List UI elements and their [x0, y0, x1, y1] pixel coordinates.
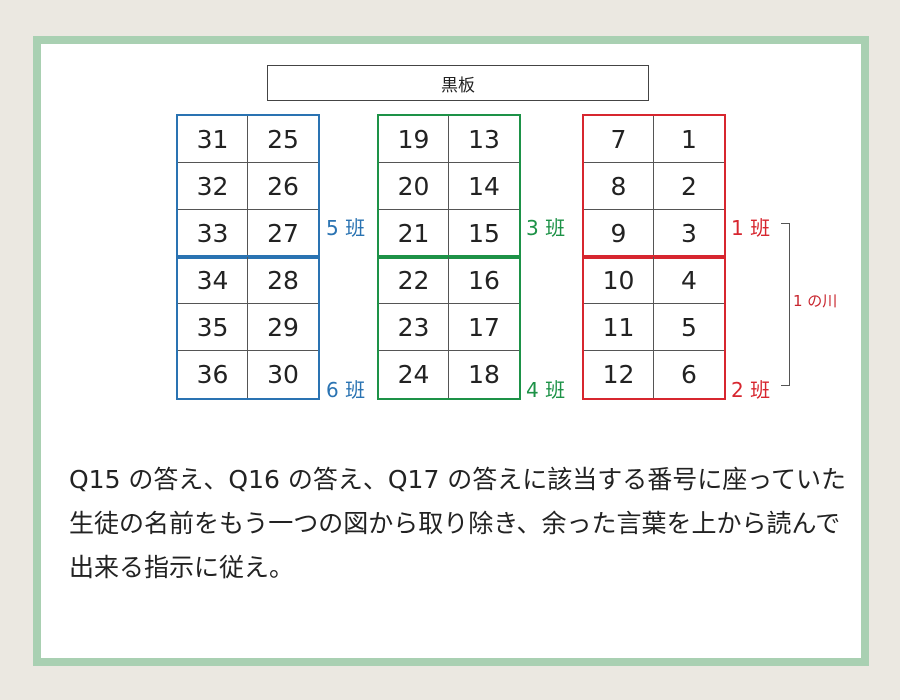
left-desk-group-top: 31 25 32 26 33 27 [176, 114, 320, 259]
center-desk-group-top: 19 13 20 14 21 15 [377, 114, 521, 259]
seat-number: 24 [379, 351, 449, 398]
seat-number: 11 [584, 304, 654, 351]
seat-number: 21 [379, 210, 449, 257]
blackboard: 黒板 [267, 65, 649, 101]
seat-number: 27 [267, 219, 299, 248]
river-bracket [781, 223, 790, 386]
group-6-label: 6 班 [326, 378, 366, 402]
blackboard-label: 黒板 [441, 75, 475, 96]
group-4-label: 4 班 [526, 378, 566, 402]
seat-number: 26 [248, 163, 318, 210]
seat-number: 1 [654, 116, 724, 163]
group-3-label: 3 班 [526, 216, 566, 240]
diagram-paper: 黒板 31 25 32 26 33 27 34 28 35 29 36 30 19 13 20 14 21 15 2… [41, 44, 861, 658]
seat-number: 10 [584, 257, 654, 304]
group-5-label: 5 班 [326, 216, 366, 240]
seat-number: 32 [178, 163, 248, 210]
seat-number: 30 [267, 360, 299, 389]
seat-number: 28 [248, 257, 318, 304]
seat-number: 25 [248, 116, 318, 163]
seat-number: 9 [584, 210, 654, 257]
seat-number: 13 [449, 116, 519, 163]
seat-number: 6 [681, 360, 697, 389]
right-desk-group-bottom: 10 4 11 5 12 6 [582, 255, 726, 400]
seat-number: 5 [654, 304, 724, 351]
right-desk-group-top: 718293 [582, 114, 726, 259]
seat-number: 7 [584, 116, 654, 163]
seat-number: 2 [654, 163, 724, 210]
seat-number: 36 [178, 351, 248, 398]
seat-number: 4 [654, 257, 724, 304]
seat-number: 29 [248, 304, 318, 351]
seat-number: 15 [468, 219, 500, 248]
question-text: Q15 の答え、Q16 の答え、Q17 の答えに該当する番号に座っていた生徒の名… [69, 465, 847, 582]
outer-frame: 黒板 31 25 32 26 33 27 34 28 35 29 36 30 19 13 20 14 21 15 2… [33, 36, 869, 666]
seat-number: 35 [178, 304, 248, 351]
seat-number: 18 [468, 360, 500, 389]
seat-number: 12 [584, 351, 654, 398]
river-label: 1 の川 [793, 292, 838, 310]
seat-number: 8 [584, 163, 654, 210]
seat-number: 23 [379, 304, 449, 351]
left-desk-group-bottom: 34 28 35 29 36 30 [176, 255, 320, 400]
seat-number: 33 [178, 210, 248, 257]
seat-number: 17 [449, 304, 519, 351]
seat-number: 20 [379, 163, 449, 210]
group-2-label: 2 班 [731, 378, 771, 402]
seat-number: 31 [178, 116, 248, 163]
center-desk-group-bottom: 22 16 23 17 24 18 [377, 255, 521, 400]
group-1-label: 1 班 [731, 216, 771, 240]
seat-number: 19 [379, 116, 449, 163]
seat-number: 34 [178, 257, 248, 304]
seat-number: 3 [681, 219, 697, 248]
seat-number: 22 [379, 257, 449, 304]
seat-number: 14 [449, 163, 519, 210]
seat-number: 16 [449, 257, 519, 304]
